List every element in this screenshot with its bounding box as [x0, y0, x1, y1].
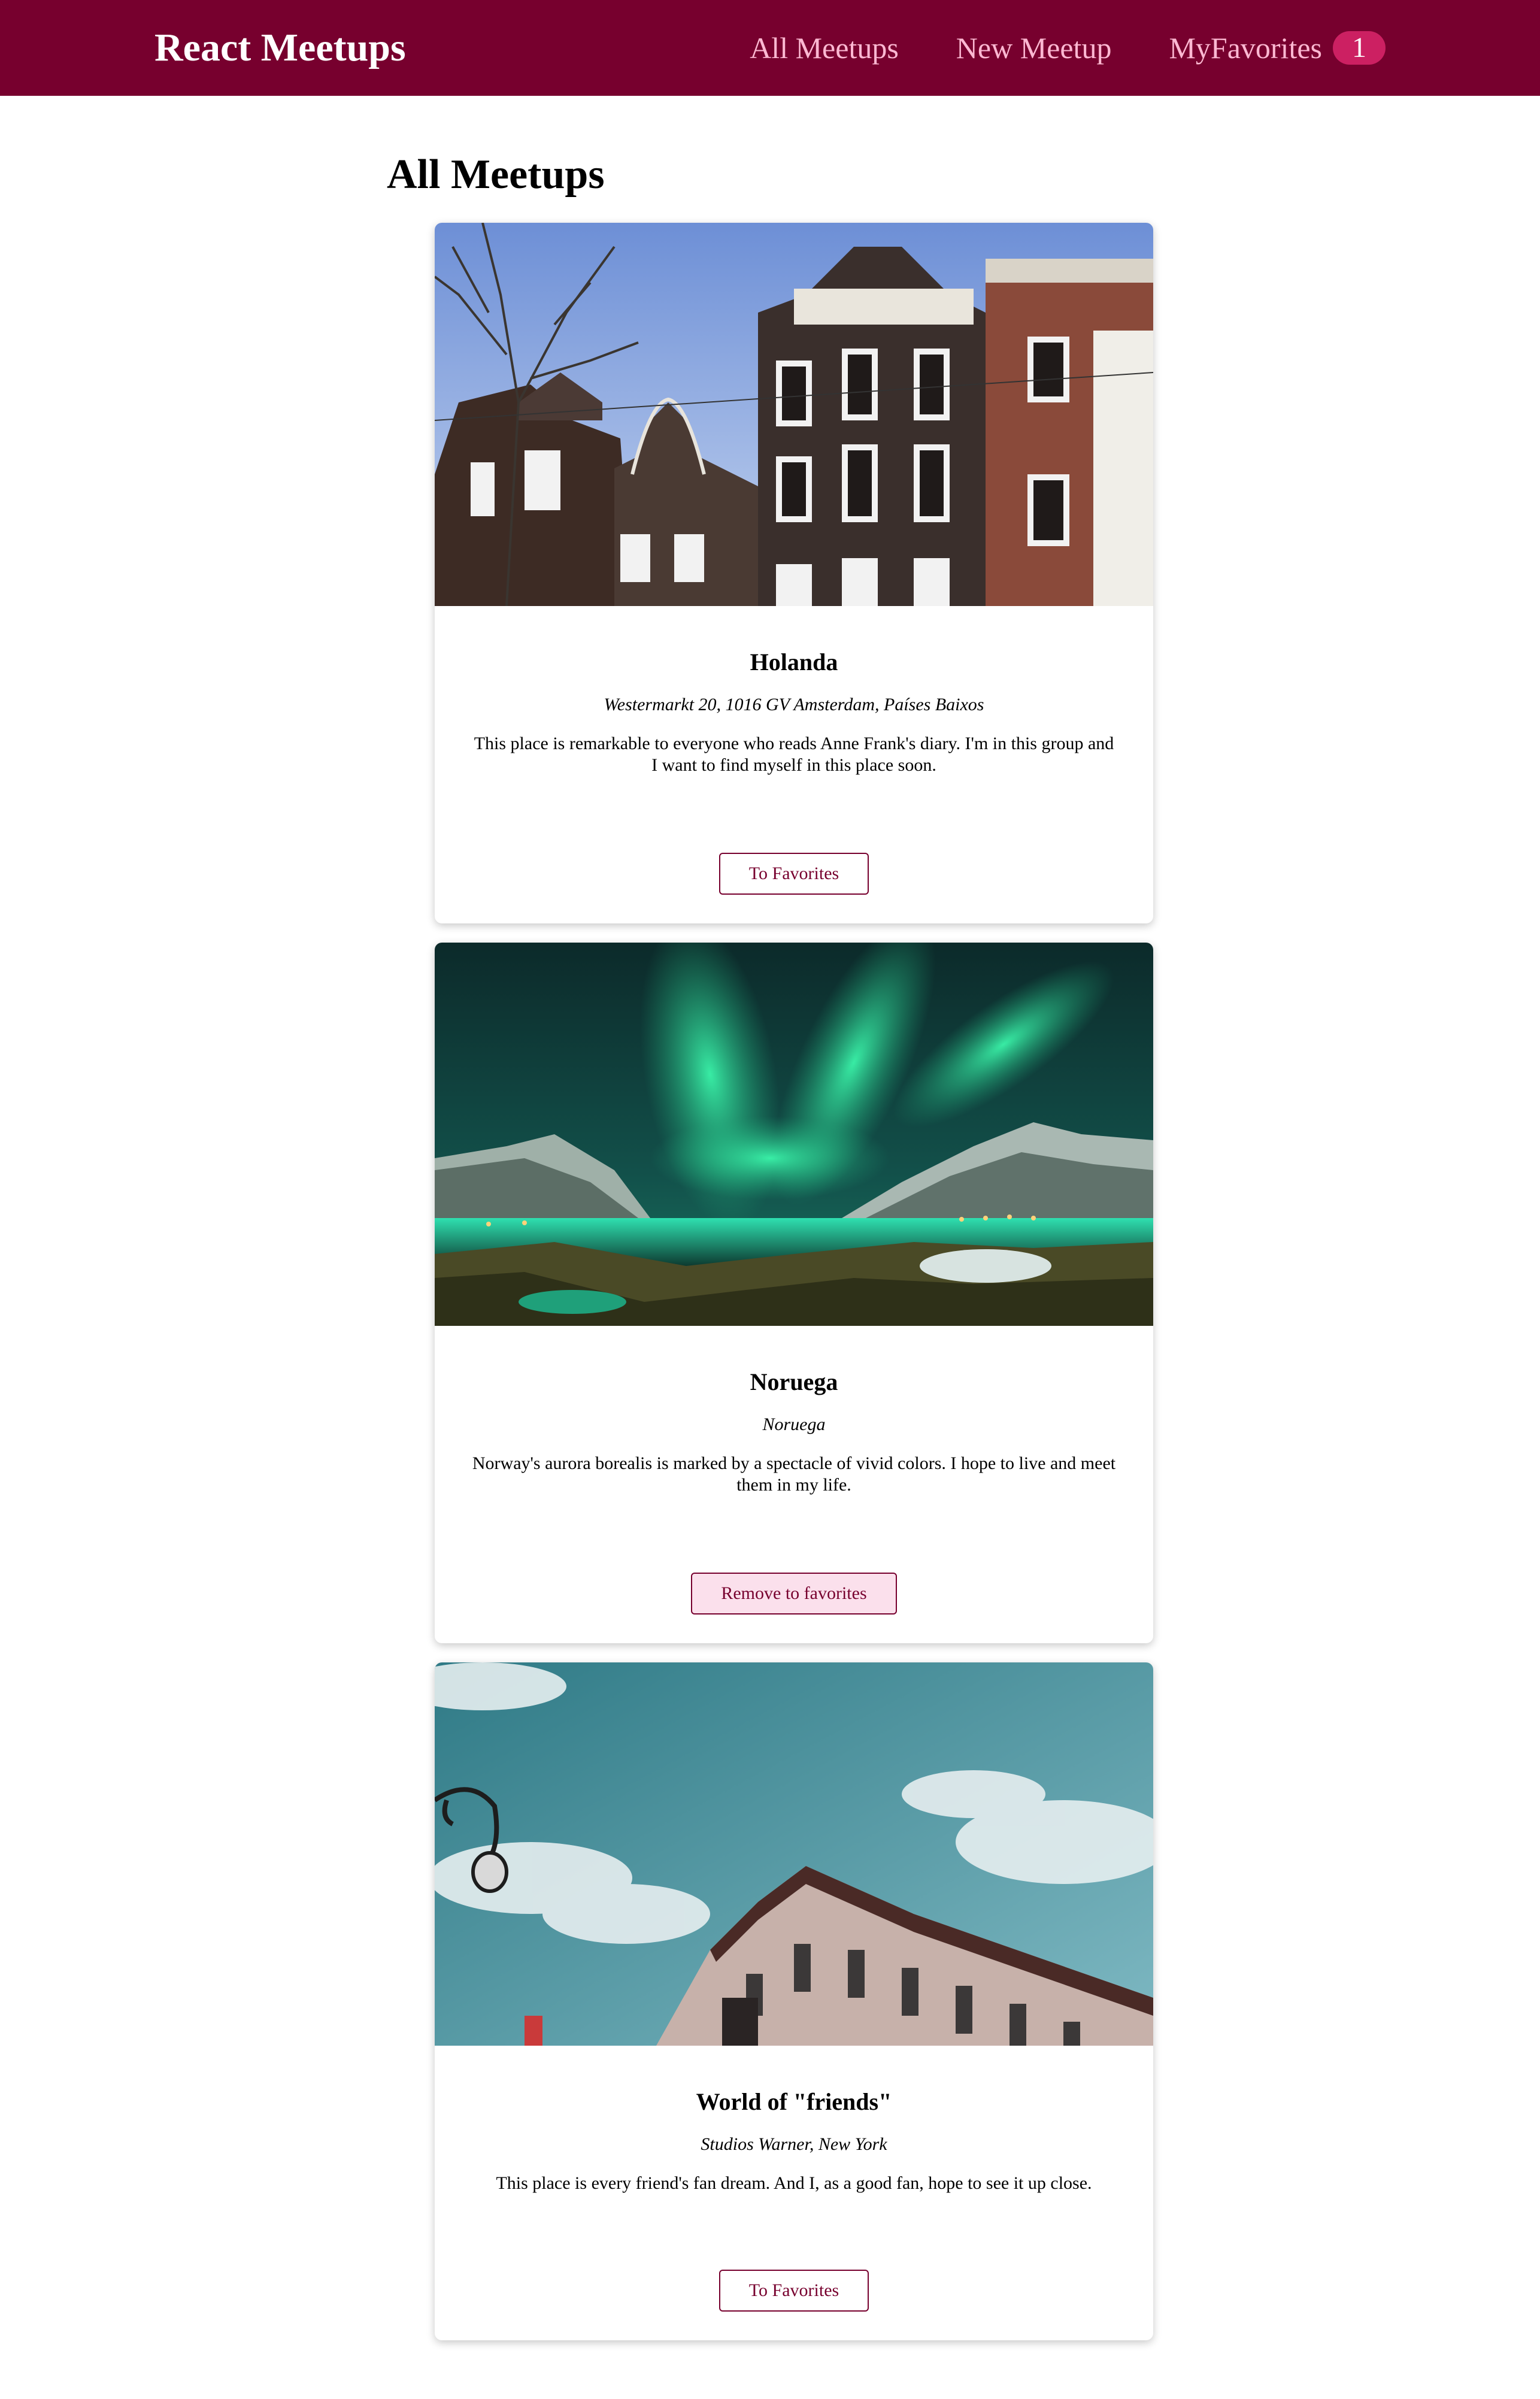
- page-title: All Meetups: [387, 152, 605, 198]
- main-header: React Meetups All Meetups New Meetup MyF…: [0, 0, 1540, 96]
- meetup-card-friends: World of "friends" Studios Warner, New Y…: [435, 1662, 1153, 2340]
- meetup-image-new-york: [435, 1662, 1153, 2046]
- meetup-actions: To Favorites: [435, 853, 1153, 895]
- meetup-description: Norway's aurora borealis is marked by a …: [472, 1453, 1116, 1495]
- nav-my-favorites-label: MyFavorites: [1169, 31, 1322, 65]
- meetup-card-body: Holanda Westermarkt 20, 1016 GV Amsterda…: [435, 606, 1153, 776]
- favorites-count-badge: 1: [1333, 31, 1386, 65]
- meetup-image-aurora: [435, 943, 1153, 1326]
- meetup-card-body: World of "friends" Studios Warner, New Y…: [435, 2046, 1153, 2194]
- to-favorites-button[interactable]: To Favorites: [719, 2270, 869, 2312]
- nav-all-meetups[interactable]: All Meetups: [750, 24, 899, 72]
- meetup-actions: To Favorites: [435, 2270, 1153, 2312]
- meetup-address: Noruega: [762, 1414, 826, 1434]
- nav-my-favorites[interactable]: MyFavorites 1: [1169, 24, 1386, 72]
- meetup-card-body: Noruega Noruega Norway's aurora borealis…: [435, 1326, 1153, 1496]
- meetup-title: Noruega: [750, 1368, 838, 1395]
- meetup-image-amsterdam: [435, 223, 1153, 606]
- to-favorites-button[interactable]: To Favorites: [719, 853, 869, 895]
- meetup-title: Holanda: [750, 649, 838, 676]
- meetup-description: This place is remarkable to everyone who…: [474, 734, 1114, 775]
- main-navigation: All Meetups New Meetup MyFavorites 1: [750, 24, 1386, 72]
- meetup-title: World of "friends": [696, 2088, 892, 2115]
- meetup-card-noruega: Noruega Noruega Norway's aurora borealis…: [435, 943, 1153, 1643]
- meetup-address: Studios Warner, New York: [701, 2134, 887, 2154]
- meetup-card-holanda: Holanda Westermarkt 20, 1016 GV Amsterda…: [435, 223, 1153, 923]
- logo[interactable]: React Meetups: [154, 24, 406, 72]
- remove-from-favorites-button[interactable]: Remove to favorites: [691, 1573, 897, 1615]
- meetup-description: This place is every friend's fan dream. …: [496, 2173, 1092, 2193]
- nav-new-meetup[interactable]: New Meetup: [956, 24, 1112, 72]
- meetup-address: Westermarkt 20, 1016 GV Amsterdam, Paíse…: [604, 695, 984, 714]
- meetup-actions: Remove to favorites: [435, 1573, 1153, 1615]
